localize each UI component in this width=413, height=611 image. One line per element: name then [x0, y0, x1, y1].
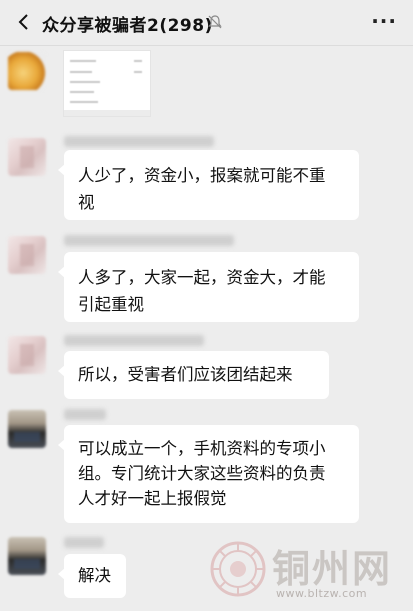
more-dots-icon[interactable]: ··· [371, 11, 397, 31]
thumb-line [70, 91, 94, 93]
header-divider [0, 45, 413, 46]
avatar[interactable] [8, 537, 46, 575]
avatar[interactable] [8, 336, 46, 374]
avatar[interactable] [8, 138, 46, 176]
watermark-brand: 铜州网 [272, 546, 393, 591]
sender-name [64, 335, 204, 346]
sender-name [64, 537, 104, 548]
avatar[interactable] [8, 52, 46, 90]
message-bubble[interactable]: 所以，受害者们应该团结起来 [58, 351, 329, 399]
thumb-line [134, 60, 142, 62]
thumb-line [70, 81, 100, 83]
chevron-left-icon[interactable] [14, 12, 34, 32]
thumb-line [70, 101, 98, 103]
avatar[interactable] [8, 236, 46, 274]
chat-title: 众分享被骗者2(298) [42, 16, 213, 36]
message-line: 人少了，资金小，报案就可能不重 [78, 166, 326, 185]
thumb-line [70, 60, 96, 62]
message-bubble[interactable]: 可以成立一个，手机资料的专项小 组。专门统计大家这些资料的负责 人才好一起上报假… [58, 425, 359, 523]
bell-muted-icon [208, 15, 222, 29]
message-line: 解决 [78, 566, 111, 585]
thumb-line [134, 71, 142, 73]
chat-header: 众分享被骗者2(298) ··· [0, 0, 413, 46]
sender-name [64, 409, 106, 420]
message-line: 所以，受害者们应该团结起来 [78, 365, 293, 384]
sender-name [64, 235, 234, 246]
avatar[interactable] [8, 410, 46, 448]
message-bubble[interactable]: 人多了，大家一起，资金大，才能 引起重视 [58, 252, 359, 322]
message-line: 引起重视 [78, 295, 144, 314]
message-line: 组。专门统计大家这些资料的负责 [78, 464, 326, 483]
message-bubble[interactable]: 解决 [58, 554, 126, 598]
thumb-line [70, 71, 92, 73]
sender-name [64, 136, 214, 147]
watermark-logo-icon [210, 541, 266, 597]
message-line: 可以成立一个，手机资料的专项小 [78, 439, 326, 458]
message-line: 人才好一起上报假觉 [78, 489, 227, 508]
message-bubble[interactable]: 人少了，资金小，报案就可能不重 视 [58, 150, 359, 220]
message-line: 人多了，大家一起，资金大，才能 [78, 268, 326, 287]
message-line: 视 [78, 193, 95, 212]
thumb-bottom-bar [64, 110, 150, 116]
watermark-url: www.bltzw.com [276, 587, 368, 600]
screenshot-thumbnail[interactable] [63, 50, 151, 117]
